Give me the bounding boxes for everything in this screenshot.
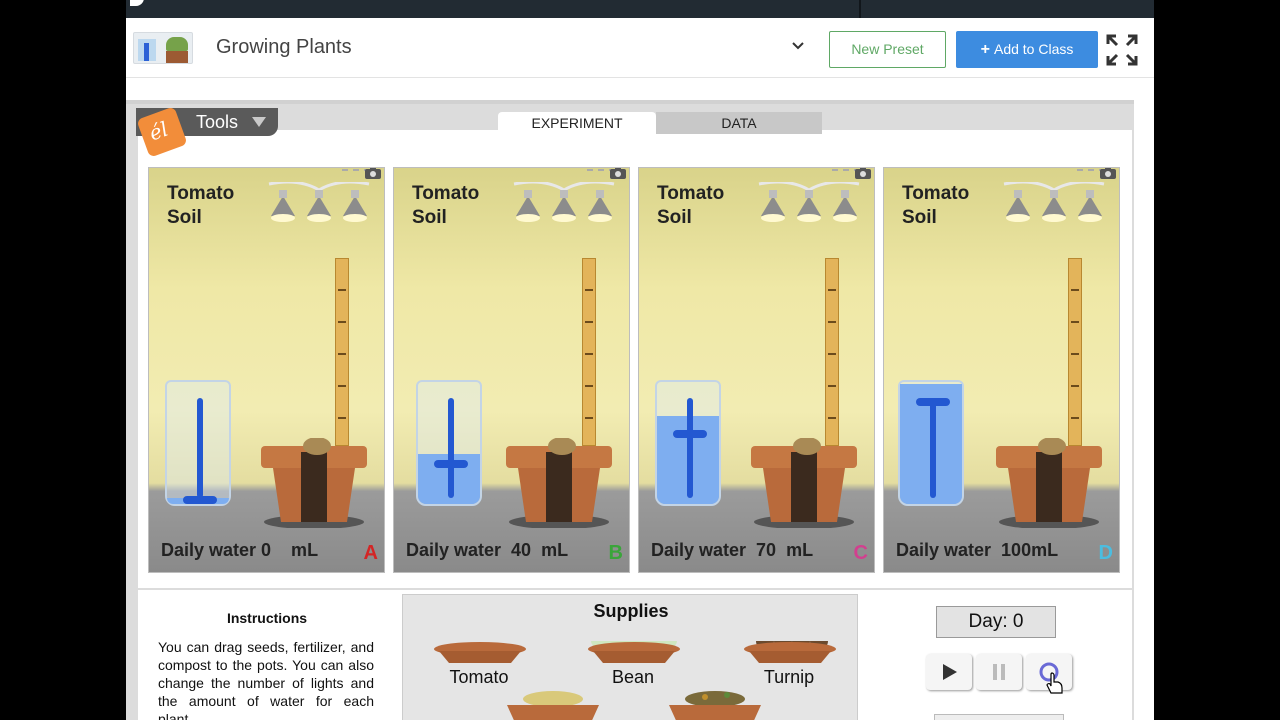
fertilizer-dish[interactable] — [503, 687, 603, 720]
app-window: Growing Plants New Preset + Add to Class … — [126, 0, 1154, 720]
pause-button[interactable] — [976, 654, 1022, 690]
soil-type: Soil — [657, 207, 692, 228]
camera-icon[interactable] — [364, 167, 382, 180]
flower-pot[interactable] — [259, 438, 369, 528]
plant-name: Tomato — [657, 183, 725, 204]
new-preset-button[interactable]: New Preset — [829, 31, 946, 68]
tools-menu[interactable]: él Tools — [136, 106, 278, 158]
plus-icon: + — [980, 41, 990, 58]
supply-label: Tomato — [449, 667, 509, 687]
supply-tomato[interactable]: Tomato — [429, 615, 529, 695]
instructions-text: You can drag seeds, fertilizer, and comp… — [158, 639, 374, 720]
height-ruler — [825, 258, 839, 446]
camera-icon[interactable] — [1099, 167, 1117, 180]
plant-label: Tomato Soil — [902, 182, 969, 230]
top-nav-bar — [126, 0, 1154, 18]
water-slider[interactable] — [448, 398, 454, 498]
playback-controls: Day: 0 — [864, 590, 1132, 720]
daily-water-label: Daily water 0 mL — [161, 540, 319, 560]
camera-icon[interactable] — [854, 167, 872, 180]
instructions-title: Instructions — [226, 610, 308, 626]
supply-bean[interactable]: Bean — [583, 615, 683, 695]
soil-type: Soil — [167, 207, 202, 228]
daily-water-label: Daily water 40 mL — [406, 540, 569, 560]
tools-label: Tools — [196, 112, 239, 132]
tab-data[interactable]: DATA — [656, 112, 822, 134]
bottom-panel: Instructions You can drag seeds, fertili… — [138, 590, 1132, 720]
plant-label: Tomato Soil — [412, 182, 479, 230]
plant-panel-d[interactable]: Tomato Soil Daily water 100mL D — [883, 167, 1120, 573]
pause-icon — [993, 664, 1005, 680]
camera-icon[interactable] — [609, 167, 627, 180]
seed-dish[interactable] — [587, 641, 681, 665]
secondary-control[interactable] — [934, 714, 1064, 720]
page-title: Growing Plants — [216, 36, 352, 58]
height-ruler — [1068, 258, 1082, 446]
flower-pot[interactable] — [749, 438, 859, 528]
grow-lamps[interactable] — [994, 182, 1118, 232]
water-cylinder[interactable] — [165, 380, 231, 506]
plant-panel-a[interactable]: Tomato Soil Daily water 0 mL A — [148, 167, 385, 573]
grow-lamps[interactable] — [259, 182, 383, 232]
plant-name: Tomato — [412, 183, 480, 204]
daily-water-label: Daily water 70 mL — [651, 540, 814, 560]
panel-letter: D — [1098, 542, 1113, 564]
panel-letter: A — [363, 542, 378, 564]
cursor-hand-icon — [1046, 672, 1063, 694]
panel-letter: C — [853, 542, 868, 564]
plant-label: Tomato Soil — [657, 182, 724, 230]
simulation-area: Tomato Soil Daily water 0 mL A Tomato So… — [126, 100, 1134, 720]
chevron-down-icon[interactable] — [790, 38, 806, 54]
supply-label: Turnip — [763, 667, 815, 687]
soil-type: Soil — [412, 207, 447, 228]
water-slider[interactable] — [930, 398, 936, 498]
water-cylinder[interactable] — [655, 380, 721, 506]
soil-type: Soil — [902, 207, 937, 228]
logo[interactable] — [130, 0, 144, 6]
grow-lamps[interactable] — [504, 182, 628, 232]
flower-pot[interactable] — [994, 438, 1104, 528]
expand-icon[interactable] — [1106, 34, 1138, 66]
height-ruler — [582, 258, 596, 446]
divider — [859, 0, 861, 18]
grow-lamps[interactable] — [749, 182, 873, 232]
water-slider[interactable] — [197, 398, 203, 498]
supply-label: Bean — [611, 667, 655, 687]
water-cylinder[interactable] — [898, 380, 964, 506]
plant-panel-c[interactable]: Tomato Soil Daily water 70 mL C — [638, 167, 875, 573]
water-slider[interactable] — [687, 398, 693, 498]
dropdown-arrow-icon — [252, 117, 266, 127]
add-to-class-button[interactable]: + Add to Class — [956, 31, 1098, 68]
supplies-box: Supplies Tomato Bean Turnip — [402, 594, 858, 720]
gizmo-header: Growing Plants New Preset + Add to Class — [126, 18, 1154, 78]
supply-turnip[interactable]: Turnip — [739, 615, 839, 695]
play-icon — [943, 664, 957, 680]
experiment-stage: Tomato Soil Daily water 0 mL A Tomato So… — [138, 130, 1132, 588]
day-counter: Day: 0 — [936, 606, 1056, 638]
flower-pot[interactable] — [504, 438, 614, 528]
daily-water-label: Daily water 100mL — [896, 540, 1059, 560]
compost-dish[interactable] — [665, 687, 765, 720]
instructions-box: Instructions You can drag seeds, fertili… — [140, 590, 394, 720]
plant-panel-b[interactable]: Tomato Soil Daily water 40 mL B — [393, 167, 630, 573]
gizmo-thumbnail — [133, 32, 193, 64]
tab-experiment[interactable]: EXPERIMENT — [498, 112, 656, 134]
plant-name: Tomato — [902, 183, 970, 204]
plant-label: Tomato Soil — [167, 182, 234, 230]
water-cylinder[interactable] — [416, 380, 482, 506]
panel-letter: B — [608, 542, 623, 564]
play-button[interactable] — [926, 654, 972, 690]
seed-dish[interactable] — [743, 641, 837, 665]
add-to-class-label: Add to Class — [993, 41, 1074, 57]
height-ruler — [335, 258, 349, 446]
plant-name: Tomato — [167, 183, 235, 204]
seed-dish[interactable] — [433, 641, 527, 665]
